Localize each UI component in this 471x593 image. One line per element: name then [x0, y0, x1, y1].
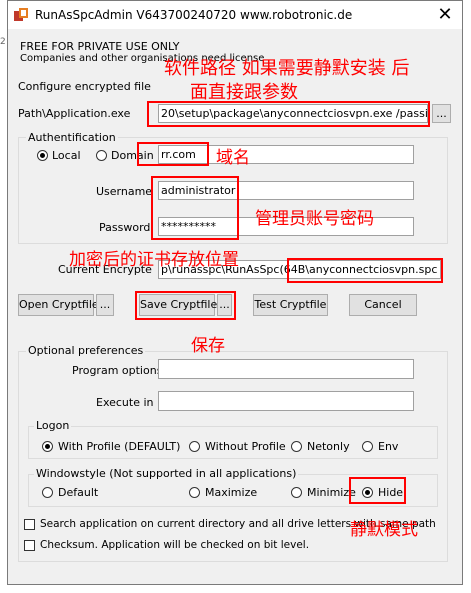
- annotation-install-path-2: 面直接跟参数: [190, 82, 298, 103]
- password-label: Password: [99, 221, 151, 234]
- checksum-checkbox[interactable]: [24, 540, 35, 551]
- annotation-install-path-1: 软件路径 如果需要静默安装 后: [164, 58, 410, 79]
- windowstyle-group-title: Windowstyle (Not supported in all applic…: [34, 467, 299, 480]
- cancel-button[interactable]: Cancel: [349, 294, 417, 316]
- netonly-radio[interactable]: [291, 441, 302, 452]
- optional-preferences-title: Optional preferences: [26, 344, 146, 357]
- cert-path-highlight-box: [287, 258, 443, 283]
- domain-radio[interactable]: [96, 150, 107, 161]
- checksum-label: Checksum. Application will be checked on…: [40, 539, 310, 551]
- close-button[interactable]: ✕: [432, 4, 458, 26]
- configure-label: Configure encrypted file: [18, 80, 151, 93]
- app-icon: [13, 7, 29, 23]
- logon-group-title: Logon: [34, 419, 72, 432]
- env-radio[interactable]: [362, 441, 373, 452]
- without-profile-radio[interactable]: [189, 441, 200, 452]
- hide-highlight-box: [349, 477, 406, 504]
- program-options-label: Program options: [72, 364, 163, 377]
- with-profile-radio[interactable]: [42, 441, 53, 452]
- execute-in-input[interactable]: [158, 391, 414, 411]
- window-title: RunAsSpcAdmin V643700240720 www.robotron…: [35, 8, 353, 22]
- auth-group-title: Authentification: [26, 131, 118, 144]
- annotation-cert-location: 加密后的证书存放位置: [69, 250, 239, 270]
- path-highlight-box: [147, 101, 430, 127]
- local-radio[interactable]: [37, 150, 48, 161]
- netonly-label: Netonly: [307, 440, 350, 453]
- env-label: Env: [378, 440, 399, 453]
- default-radio[interactable]: [42, 487, 53, 498]
- default-label: Default: [58, 486, 99, 499]
- left-edge-glyph: 2: [0, 37, 6, 47]
- search-application-checkbox[interactable]: [24, 519, 35, 530]
- maximize-radio[interactable]: [189, 487, 200, 498]
- annotation-silent: 静默模式: [350, 520, 418, 540]
- save-highlight-box: [135, 291, 236, 320]
- minimize-radio[interactable]: [291, 487, 302, 498]
- without-profile-label: Without Profile: [205, 440, 286, 453]
- local-label: Local: [52, 149, 81, 162]
- annotation-save: 保存: [191, 336, 225, 356]
- test-cryptfile-button[interactable]: Test Cryptfile: [253, 294, 328, 316]
- domain-highlight-box: [137, 142, 209, 166]
- path-label: Path\Application.exe: [18, 107, 131, 120]
- open-cryptfile-browse-button[interactable]: ...: [96, 294, 114, 316]
- annotation-admin: 管理员账号密码: [255, 209, 374, 229]
- with-profile-label: With Profile (DEFAULT): [58, 440, 181, 453]
- maximize-label: Maximize: [205, 486, 258, 499]
- license-line-1: FREE FOR PRIVATE USE ONLY: [20, 40, 180, 53]
- execute-in-label: Execute in: [96, 396, 154, 409]
- annotation-domain: 域名: [216, 148, 250, 168]
- username-label: Username: [96, 185, 153, 198]
- path-browse-button[interactable]: ...: [432, 104, 451, 123]
- program-options-input[interactable]: [158, 359, 414, 379]
- credentials-highlight-box: [151, 176, 239, 240]
- open-cryptfile-button[interactable]: Open Cryptfile: [18, 294, 99, 316]
